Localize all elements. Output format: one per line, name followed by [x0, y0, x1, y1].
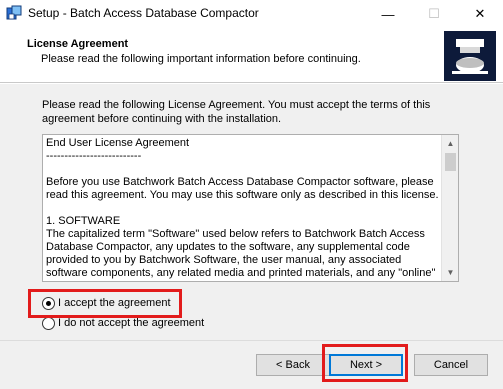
decline-label[interactable]: I do not accept the agreement — [58, 317, 204, 329]
scrollbar-thumb[interactable] — [445, 153, 456, 171]
cancel-button[interactable]: Cancel — [414, 354, 488, 376]
close-icon: ✕ — [474, 6, 486, 21]
license-scrollbar[interactable]: ▲ ▼ — [441, 135, 458, 281]
title-bar: Setup - Batch Access Database Compactor … — [0, 0, 503, 28]
minimize-button[interactable]: — — [365, 0, 411, 28]
setup-app-icon — [6, 5, 22, 20]
license-text-box[interactable]: End User License Agreement -------------… — [42, 134, 459, 282]
back-button[interactable]: < Back — [256, 354, 330, 376]
license-intro-text: Please read the following License Agreem… — [42, 99, 431, 125]
database-press-icon — [452, 39, 488, 74]
scroll-down-icon[interactable]: ▼ — [442, 264, 459, 281]
maximize-button: ☐ — [411, 0, 457, 28]
scroll-up-icon[interactable]: ▲ — [442, 135, 459, 152]
next-highlight-box — [322, 344, 408, 382]
accept-highlight-box — [28, 289, 182, 318]
database-compactor-graphic — [444, 31, 496, 81]
maximize-icon: ☐ — [428, 6, 440, 21]
page-title: License Agreement — [27, 38, 129, 50]
page-subtitle: Please read the following important info… — [41, 53, 361, 65]
decline-radio[interactable] — [42, 316, 55, 330]
close-window-button[interactable]: ✕ — [457, 0, 503, 28]
window-title: Setup - Batch Access Database Compactor — [28, 6, 259, 20]
wizard-footer: < Back Next > Cancel — [0, 340, 503, 389]
minimize-icon: — — [381, 6, 395, 22]
wizard-header: License Agreement Please read the follow… — [0, 28, 503, 83]
license-text: End User License Agreement -------------… — [46, 137, 439, 279]
